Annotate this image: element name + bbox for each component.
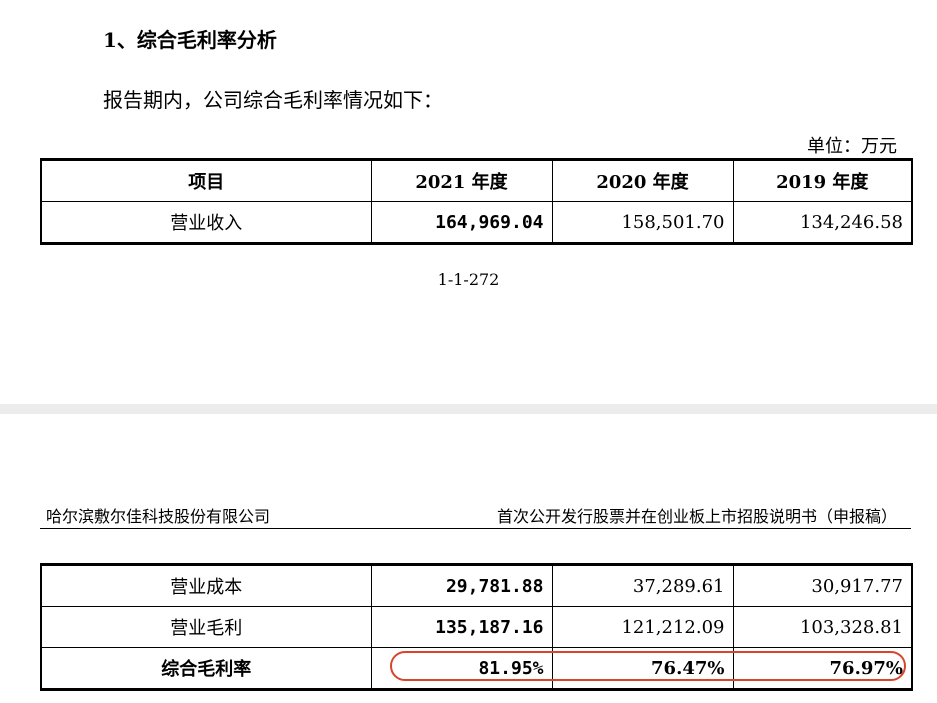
table-header-row: 项目 2021 年度 2020 年度 2019 年度 <box>40 159 913 202</box>
header-2021: 2021 年度 <box>370 159 553 202</box>
row-label: 营业成本 <box>40 564 372 607</box>
company-name: 哈尔滨敷尔佳科技股份有限公司 <box>46 507 271 526</box>
row-label: 营业毛利 <box>40 606 372 648</box>
highlight-annotation <box>390 651 906 681</box>
unit-label: 单位：万元 <box>807 136 897 157</box>
header-2019: 2019 年度 <box>732 159 913 202</box>
value-2020: 121,212.09 <box>551 606 734 648</box>
value-2019: 134,246.58 <box>732 201 913 244</box>
intro-text: 报告期内，公司综合毛利率情况如下： <box>103 88 443 112</box>
table-row: 营业收入 164,969.04 158,501.70 134,246.58 <box>40 201 913 244</box>
table-row: 营业成本 29,781.88 37,289.61 30,917.77 <box>40 564 913 607</box>
page-divider <box>0 404 937 414</box>
row-label: 综合毛利率 <box>40 647 372 690</box>
document-title: 首次公开发行股票并在创业板上市招股说明书（申报稿） <box>496 507 897 526</box>
row-label: 营业收入 <box>40 201 372 244</box>
gross-margin-table-part1: 项目 2021 年度 2020 年度 2019 年度 营业收入 164,969.… <box>40 158 913 245</box>
page-number: 1-1-272 <box>437 270 500 289</box>
header-item: 项目 <box>40 159 372 202</box>
table-row: 营业毛利 135,187.16 121,212.09 103,328.81 <box>40 606 913 648</box>
section-heading: 1、综合毛利率分析 <box>103 28 277 52</box>
value-2021: 135,187.16 <box>370 606 553 648</box>
header-rule <box>40 528 911 529</box>
value-2020: 158,501.70 <box>551 201 734 244</box>
value-2019: 103,328.81 <box>732 606 913 648</box>
value-2021: 29,781.88 <box>370 564 553 607</box>
value-2020: 37,289.61 <box>551 564 734 607</box>
value-2019: 30,917.77 <box>732 564 913 607</box>
value-2021: 164,969.04 <box>370 201 553 244</box>
header-2020: 2020 年度 <box>551 159 734 202</box>
